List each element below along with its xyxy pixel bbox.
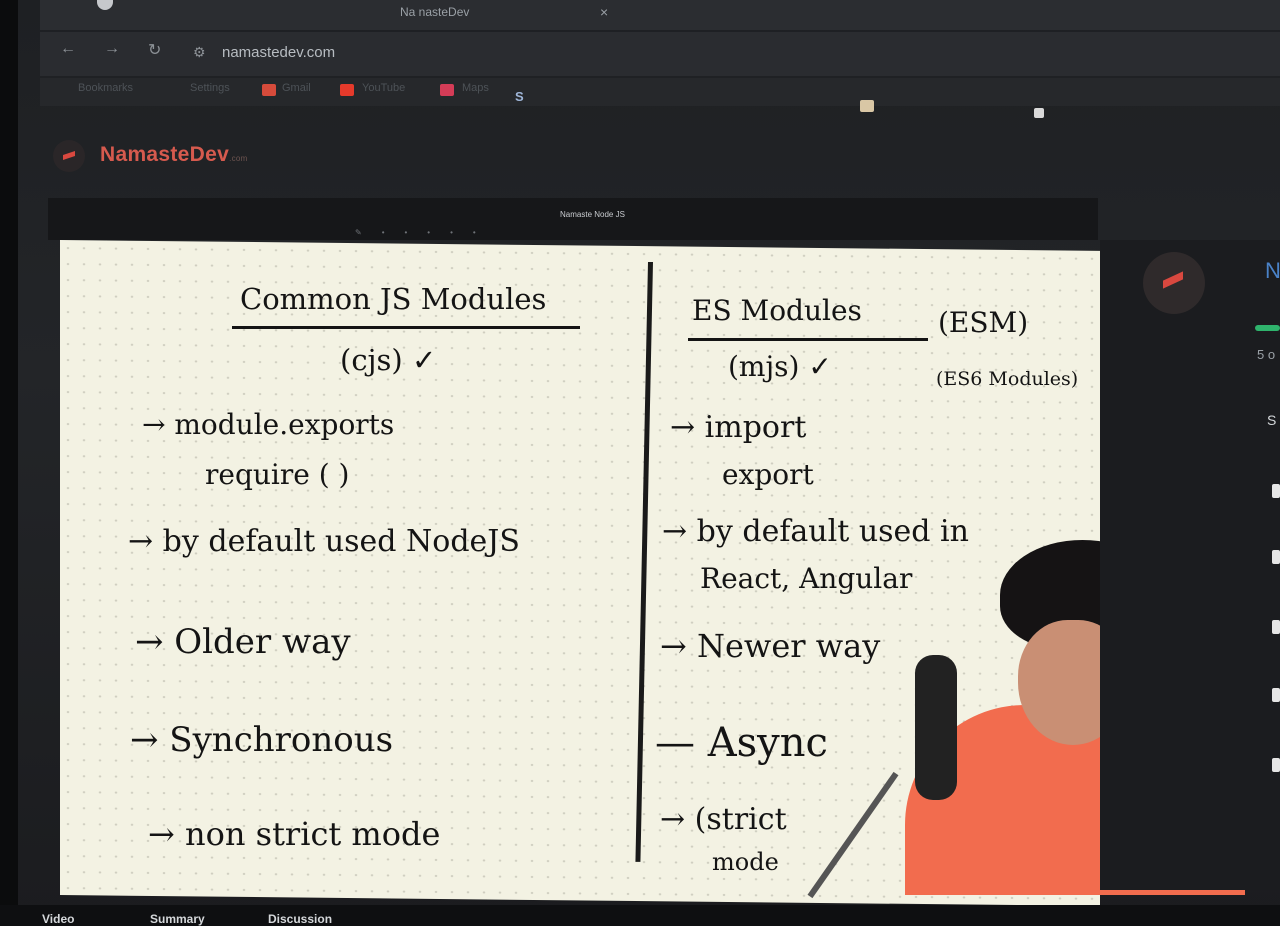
- right-item: → by default used in: [662, 514, 969, 549]
- maps-icon: [440, 84, 454, 96]
- forward-icon[interactable]: →: [104, 40, 120, 58]
- url-input[interactable]: namastedev.com: [222, 44, 335, 61]
- lesson-checkbox[interactable]: [1272, 758, 1280, 772]
- whiteboard-toolbar[interactable]: ✎•••••: [355, 228, 685, 238]
- bookmark-item[interactable]: Bookmarks: [78, 82, 133, 94]
- right-item: → (strict: [660, 802, 787, 837]
- microphone: [915, 655, 957, 800]
- course-avatar-icon[interactable]: [1143, 252, 1205, 314]
- left-item: → module.exports: [142, 408, 395, 441]
- right-abbr: (mjs) ✓: [728, 350, 832, 383]
- site-info-icon[interactable]: ⚙: [193, 44, 206, 61]
- left-abbr: (cjs) ✓: [340, 343, 437, 377]
- right-item: mode: [712, 848, 779, 876]
- lesson-checkbox[interactable]: [1272, 484, 1280, 498]
- youtube-icon: [340, 84, 354, 96]
- tab-video[interactable]: Video: [42, 912, 74, 926]
- right-item: React, Angular: [700, 562, 913, 595]
- course-progress-bar: [1255, 325, 1280, 331]
- gmail-icon: [262, 84, 276, 96]
- left-item: require ( ): [205, 458, 350, 491]
- reload-icon[interactable]: ↻: [148, 40, 161, 60]
- lesson-checkbox[interactable]: [1272, 688, 1280, 702]
- left-item: → Synchronous: [130, 720, 394, 760]
- browser-tab[interactable]: Na nasteDev ×: [370, 0, 620, 28]
- close-icon[interactable]: ×: [600, 0, 608, 24]
- video-title: Namaste Node JS: [560, 210, 625, 219]
- monitor-bezel: [0, 0, 18, 925]
- brand-suffix: .com: [229, 154, 248, 163]
- left-item: → by default used NodeJS: [128, 524, 520, 559]
- bookmark-item[interactable]: YouTube: [362, 82, 405, 94]
- left-item: → Older way: [135, 622, 351, 662]
- tab-summary[interactable]: Summary: [150, 912, 205, 926]
- left-item: → non strict mode: [148, 815, 441, 853]
- section-label: S: [1267, 412, 1277, 428]
- right-item: export: [722, 458, 814, 491]
- left-heading-underline: [232, 326, 580, 329]
- bookmark-item[interactable]: Maps: [462, 82, 489, 94]
- right-heading-underline: [688, 338, 928, 341]
- right-esm: (ESM): [938, 306, 1029, 339]
- sidebar-heading: N: [1265, 258, 1280, 283]
- right-heading: ES Modules: [692, 294, 862, 327]
- right-es6: (ES6 Modules): [936, 368, 1079, 390]
- brand-text: NamasteDev: [100, 143, 230, 166]
- right-item: — Async: [655, 720, 828, 766]
- bookmark-item[interactable]: Settings: [190, 82, 230, 94]
- right-item: → import: [670, 410, 807, 445]
- progress-text: 5 o: [1257, 347, 1276, 362]
- back-icon[interactable]: ←: [60, 40, 76, 58]
- browser-tab-bar: [40, 0, 1280, 30]
- bookmark-item[interactable]: S: [515, 89, 524, 104]
- tab-discussion[interactable]: Discussion: [268, 912, 332, 926]
- namastedev-logo-icon[interactable]: [53, 140, 85, 172]
- bookmark-item[interactable]: Gmail: [282, 82, 311, 94]
- course-sidebar: [1100, 240, 1280, 890]
- tab-title: Na nasteDev: [400, 5, 470, 19]
- right-item: → Newer way: [660, 627, 881, 665]
- lesson-checkbox[interactable]: [1272, 550, 1280, 564]
- brand-name[interactable]: NamasteDev.com: [100, 143, 248, 167]
- bookmark-favicon: [1034, 108, 1044, 118]
- bookmark-favicon: [860, 100, 874, 112]
- lesson-checkbox[interactable]: [1272, 620, 1280, 634]
- left-heading: Common JS Modules: [240, 282, 547, 316]
